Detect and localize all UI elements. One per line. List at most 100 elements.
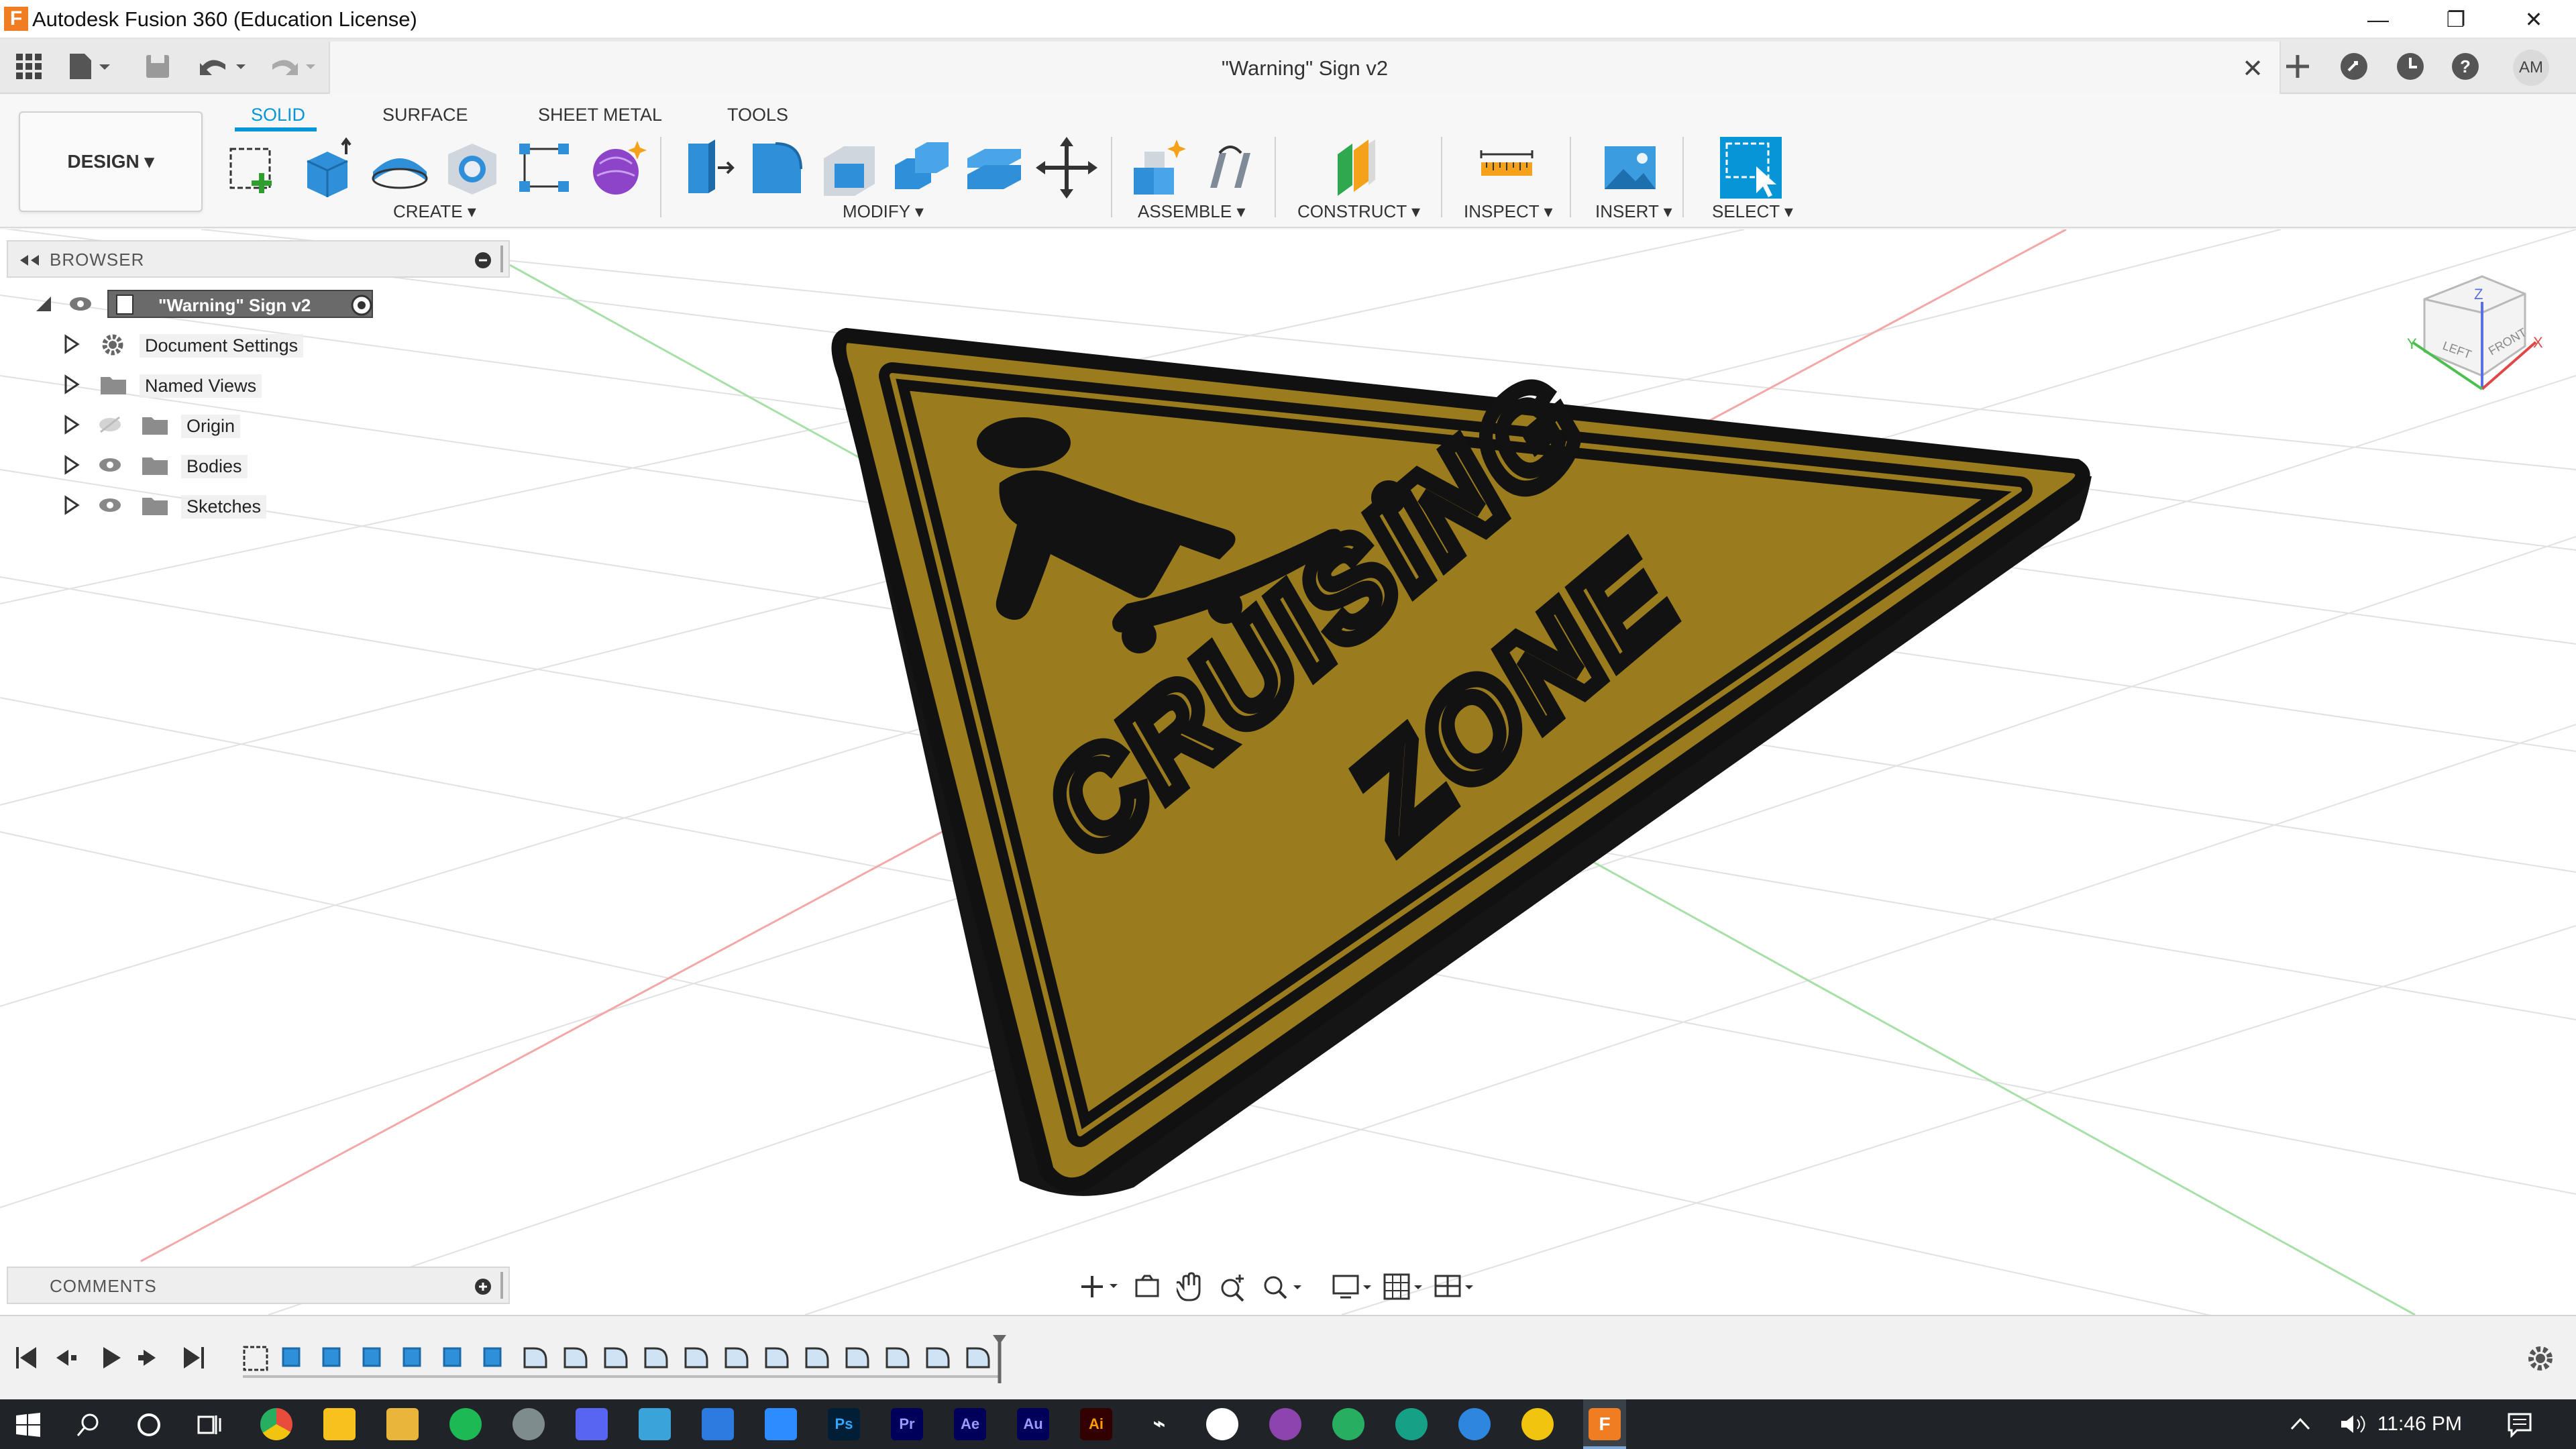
panel-resize-handle[interactable] bbox=[500, 1272, 503, 1299]
new-component-icon[interactable] bbox=[1124, 134, 1191, 201]
browser-item-bodies[interactable]: Bodies bbox=[27, 447, 335, 483]
expand-arrow-icon[interactable] bbox=[62, 495, 82, 515]
offset-plane-icon[interactable] bbox=[1324, 134, 1391, 201]
hole-icon[interactable] bbox=[439, 134, 506, 201]
app-icon[interactable] bbox=[1395, 1408, 1428, 1440]
browser-panel-header[interactable]: BROWSER bbox=[7, 240, 510, 278]
file-menu-icon[interactable] bbox=[66, 51, 119, 82]
move-copy-icon[interactable] bbox=[1033, 134, 1100, 201]
fit-zoom-window-icon[interactable] bbox=[1261, 1272, 1304, 1301]
timeline-playback-controls[interactable] bbox=[12, 1343, 213, 1373]
undo-icon[interactable] bbox=[196, 51, 252, 82]
calculator-icon[interactable] bbox=[639, 1408, 671, 1440]
job-status-icon[interactable] bbox=[2394, 50, 2427, 83]
workspace-switcher[interactable]: DESIGN ▾ bbox=[19, 111, 203, 212]
comments-panel-header[interactable]: COMMENTS bbox=[7, 1267, 510, 1304]
create-form-icon[interactable] bbox=[584, 134, 651, 201]
app-icon[interactable] bbox=[1521, 1408, 1554, 1440]
timeline-features[interactable] bbox=[236, 1334, 1028, 1387]
sticky-notes-icon[interactable] bbox=[323, 1408, 356, 1440]
browser-item-origin[interactable]: Origin bbox=[27, 407, 335, 443]
add-comment-icon[interactable] bbox=[474, 1277, 492, 1296]
user-avatar[interactable]: AM bbox=[2513, 50, 2549, 86]
close-document-icon[interactable]: ✕ bbox=[2242, 54, 2263, 84]
acrobat-icon[interactable]: ⌁ bbox=[1143, 1408, 1175, 1440]
task-view-icon[interactable] bbox=[196, 1411, 223, 1438]
measure-icon[interactable] bbox=[1473, 134, 1540, 201]
extensions-icon[interactable] bbox=[2337, 50, 2371, 83]
tab-surface[interactable]: SURFACE bbox=[382, 98, 468, 131]
chrome-icon[interactable] bbox=[260, 1408, 292, 1440]
revolve-icon[interactable] bbox=[366, 134, 433, 201]
collapse-browser-icon[interactable] bbox=[17, 252, 40, 268]
notifications-icon[interactable] bbox=[2506, 1411, 2533, 1438]
file-explorer-icon[interactable] bbox=[386, 1408, 419, 1440]
discord-icon[interactable] bbox=[576, 1408, 608, 1440]
orbit-icon[interactable] bbox=[1079, 1273, 1119, 1300]
fusion-taskbar-active[interactable]: F bbox=[1583, 1399, 1626, 1449]
new-tab-plus-icon[interactable] bbox=[2281, 50, 2314, 83]
split-body-icon[interactable] bbox=[961, 134, 1028, 201]
browser-item-sketches[interactable]: Sketches bbox=[27, 487, 335, 523]
data-panel-grid-icon[interactable] bbox=[13, 51, 44, 82]
activate-radio-icon[interactable] bbox=[350, 294, 373, 317]
select-icon[interactable] bbox=[1717, 134, 1784, 201]
grid-settings-icon[interactable] bbox=[1382, 1272, 1425, 1301]
windows-start-icon[interactable] bbox=[15, 1411, 42, 1438]
timeline-settings-gear-icon[interactable] bbox=[2525, 1343, 2556, 1374]
expand-arrow-icon[interactable] bbox=[34, 294, 54, 314]
insert-image-icon[interactable] bbox=[1597, 134, 1664, 201]
illustrator-icon[interactable]: Ai bbox=[1080, 1408, 1112, 1440]
look-at-icon[interactable] bbox=[1134, 1273, 1161, 1300]
redo-icon[interactable] bbox=[266, 51, 322, 82]
viewcube[interactable]: LEFT FRONT Z X Y bbox=[2407, 275, 2543, 390]
app-icon[interactable] bbox=[513, 1408, 545, 1440]
expand-arrow-icon[interactable] bbox=[62, 374, 82, 394]
minimize-button[interactable]: — bbox=[2341, 0, 2415, 39]
fillet-icon[interactable] bbox=[743, 134, 810, 201]
visibility-eye-icon[interactable] bbox=[98, 455, 122, 475]
create-sketch-icon[interactable] bbox=[221, 134, 288, 201]
browser-root-row[interactable]: "Warning" Sign v2 bbox=[27, 286, 389, 322]
viewports-icon[interactable] bbox=[1433, 1272, 1476, 1301]
search-icon[interactable] bbox=[75, 1411, 102, 1438]
document-tab[interactable]: "Warning" Sign v2 ✕ bbox=[329, 42, 2281, 94]
app-icon[interactable] bbox=[1206, 1408, 1238, 1440]
expand-arrow-icon[interactable] bbox=[62, 334, 82, 354]
insert-menu[interactable]: INSERT ▾ bbox=[1595, 201, 1672, 222]
pan-hand-icon[interactable] bbox=[1177, 1272, 1203, 1301]
assemble-menu[interactable]: ASSEMBLE ▾ bbox=[1138, 201, 1245, 222]
photoshop-icon[interactable]: Ps bbox=[828, 1408, 860, 1440]
taskbar-clock[interactable]: 11:46 PM bbox=[2377, 1413, 2462, 1436]
show-hidden-icons-chevron-icon[interactable] bbox=[2289, 1415, 2312, 1433]
construct-menu[interactable]: CONSTRUCT ▾ bbox=[1297, 201, 1420, 222]
create-menu[interactable]: CREATE ▾ bbox=[393, 201, 476, 222]
visibility-eye-icon[interactable] bbox=[98, 495, 122, 515]
tab-solid[interactable]: SOLID bbox=[251, 98, 305, 131]
cortana-icon[interactable] bbox=[136, 1411, 162, 1438]
restore-button[interactable]: ❐ bbox=[2419, 0, 2493, 39]
visibility-off-eye-icon[interactable] bbox=[98, 415, 122, 435]
expand-arrow-icon[interactable] bbox=[62, 415, 82, 435]
save-icon[interactable] bbox=[142, 51, 173, 82]
pattern-icon[interactable] bbox=[511, 134, 578, 201]
extrude-icon[interactable] bbox=[294, 134, 361, 201]
joint-icon[interactable] bbox=[1197, 134, 1264, 201]
tab-sheet-metal[interactable]: SHEET METAL bbox=[538, 98, 662, 131]
close-window-button[interactable]: ✕ bbox=[2497, 0, 2571, 39]
inspect-menu[interactable]: INSPECT ▾ bbox=[1464, 201, 1553, 222]
browser-item-document-settings[interactable]: Document Settings bbox=[27, 326, 335, 362]
app-icon[interactable] bbox=[1332, 1408, 1364, 1440]
github-icon[interactable] bbox=[1269, 1408, 1301, 1440]
combine-icon[interactable] bbox=[888, 134, 955, 201]
press-pull-icon[interactable] bbox=[671, 134, 738, 201]
spotify-icon[interactable] bbox=[449, 1408, 482, 1440]
visibility-eye-icon[interactable] bbox=[68, 292, 93, 315]
tab-tools[interactable]: TOOLS bbox=[727, 98, 788, 131]
after-effects-icon[interactable]: Ae bbox=[954, 1408, 986, 1440]
panel-resize-handle[interactable] bbox=[500, 246, 503, 272]
select-menu[interactable]: SELECT ▾ bbox=[1712, 201, 1793, 222]
premiere-icon[interactable]: Pr bbox=[891, 1408, 923, 1440]
zoom-icon[interactable] bbox=[1218, 1272, 1248, 1301]
volume-icon[interactable] bbox=[2339, 1413, 2368, 1436]
